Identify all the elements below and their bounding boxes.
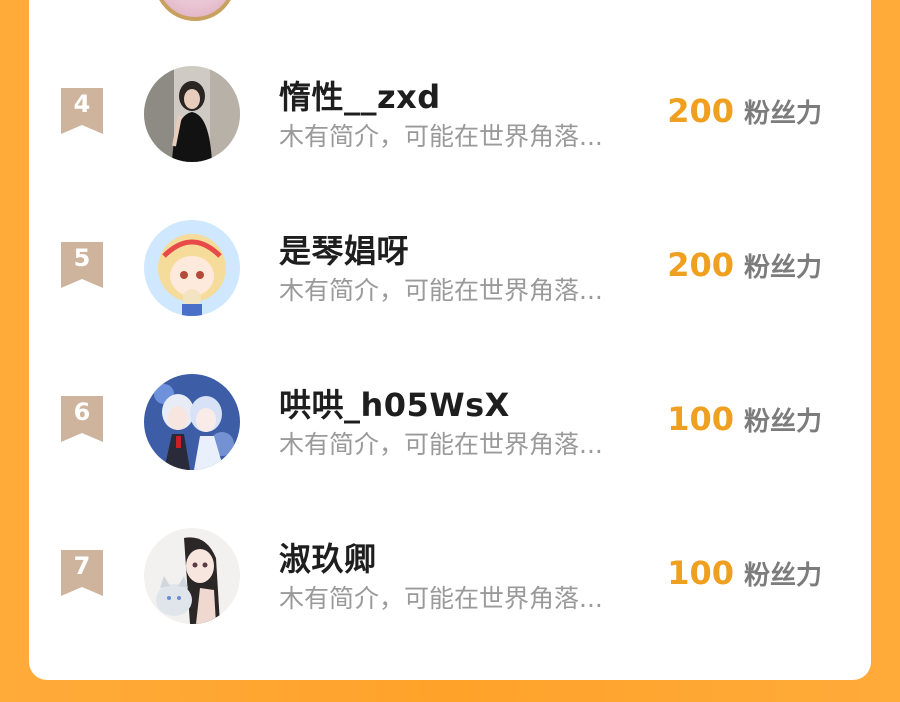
rank-badge: 4 — [61, 88, 103, 134]
rank-number: 5 — [73, 244, 91, 272]
user-name[interactable]: 哄哄_h05WsX — [279, 380, 510, 426]
user-name[interactable]: 是琴娼呀 — [279, 226, 409, 272]
ranking-row-6[interactable]: 6 哄哄_h05WsX 木有简介，可能在世界角落... 100 粉丝力 — [29, 370, 871, 490]
rank-number: 6 — [73, 398, 91, 426]
user-description: 木有简介，可能在世界角落... — [279, 430, 603, 459]
ranking-card: 4 惰性__zxd 木有简介，可能在世界角落... 200 粉丝力 5 是琴娼呀… — [29, 0, 871, 680]
score-unit: 粉丝力 — [743, 253, 822, 283]
score-value: 100 — [667, 400, 734, 438]
user-name[interactable]: 淑玖卿 — [279, 534, 377, 580]
score-unit: 粉丝力 — [743, 99, 822, 129]
rank-badge: 5 — [61, 242, 103, 288]
fan-score: 200 粉丝力 — [667, 246, 822, 284]
rank-number: 7 — [73, 552, 91, 580]
user-description: 木有简介，可能在世界角落... — [279, 584, 603, 613]
user-avatar[interactable] — [144, 66, 240, 162]
user-avatar[interactable] — [144, 374, 240, 470]
user-description: 木有简介，可能在世界角落... — [279, 122, 603, 151]
previous-rank-avatar[interactable] — [154, 0, 236, 21]
avatar-girl-black-dress-icon — [144, 66, 240, 162]
user-name[interactable]: 惰性__zxd — [279, 72, 441, 118]
fan-score: 200 粉丝力 — [667, 92, 822, 130]
ranking-row-5[interactable]: 5 是琴娼呀 木有简介，可能在世界角落... 200 粉丝力 — [29, 216, 871, 336]
rank-badge: 7 — [61, 550, 103, 596]
fan-score: 100 粉丝力 — [667, 400, 822, 438]
user-description: 木有简介，可能在世界角落... — [279, 276, 603, 305]
avatar-anime-couple-icon — [144, 374, 240, 470]
ranking-row-4[interactable]: 4 惰性__zxd 木有简介，可能在世界角落... 200 粉丝力 — [29, 62, 871, 182]
ranking-row-7[interactable]: 7 淑玖卿 木有简介，可能在世界角落... 100 粉丝力 — [29, 524, 871, 644]
user-avatar[interactable] — [144, 528, 240, 624]
rank-badge: 6 — [61, 396, 103, 442]
score-unit: 粉丝力 — [743, 407, 822, 437]
score-unit: 粉丝力 — [743, 561, 822, 591]
rank-number: 4 — [73, 90, 91, 118]
avatar-anime-blonde-girl-icon — [144, 220, 240, 316]
score-value: 100 — [667, 554, 734, 592]
fan-score: 100 粉丝力 — [667, 554, 822, 592]
user-avatar[interactable] — [144, 220, 240, 316]
avatar-anime-girl-with-cat-icon — [144, 528, 240, 624]
score-value: 200 — [667, 246, 734, 284]
score-value: 200 — [667, 92, 734, 130]
